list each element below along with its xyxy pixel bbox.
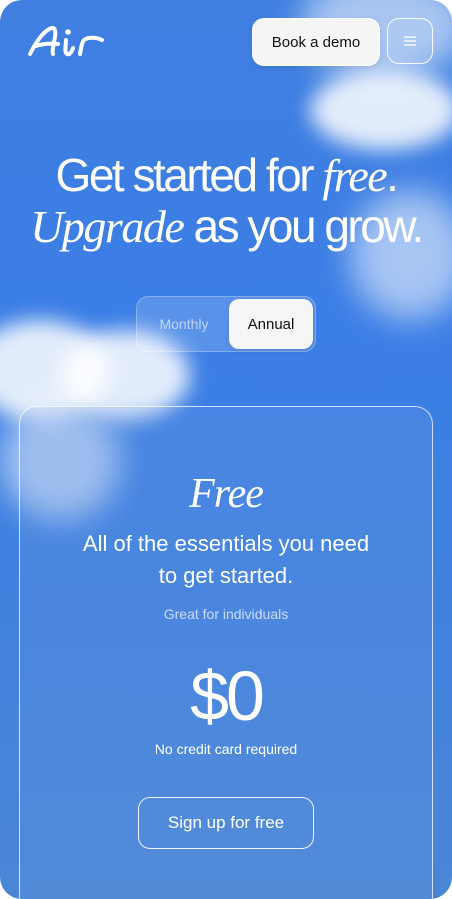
air-logo-icon (28, 25, 104, 57)
air-logo[interactable] (26, 24, 110, 60)
headline-text: Get started for (55, 149, 323, 201)
sign-up-button[interactable]: Sign up for free (138, 797, 314, 849)
hamburger-menu-icon (404, 36, 416, 46)
headline-emphasis: Upgrade (30, 201, 185, 252)
headline-emphasis: free (322, 150, 387, 201)
headline-text: as you grow. (183, 200, 425, 252)
billing-option-monthly[interactable]: Monthly (137, 297, 231, 351)
plan-audience: Great for individuals (163, 606, 289, 622)
sign-up-label: Sign up for free (167, 813, 285, 832)
billing-period-toggle: Monthly Annual (136, 296, 316, 352)
hero-headline: Get started for free. Upgrade as you gro… (0, 150, 452, 252)
top-navigation: Book a demo (0, 0, 452, 80)
book-demo-label: Book a demo (271, 33, 361, 51)
headline-line-2: Upgrade as you grow. (0, 201, 452, 252)
billing-option-annual[interactable]: Annual (229, 299, 313, 349)
plan-description: All of the essentials you need to get st… (82, 531, 370, 588)
headline-line-1: Get started for free. (0, 150, 452, 201)
pricing-page: Book a demo Get started for free. Upgrad… (0, 0, 452, 899)
price-note: No credit card required (154, 741, 298, 757)
headline-text: . (386, 149, 399, 201)
cloud-decoration (310, 70, 452, 150)
menu-button[interactable] (387, 18, 433, 64)
book-demo-button[interactable]: Book a demo (252, 18, 380, 66)
plan-price: $0 (190, 657, 265, 735)
plan-name: Free (189, 471, 264, 517)
